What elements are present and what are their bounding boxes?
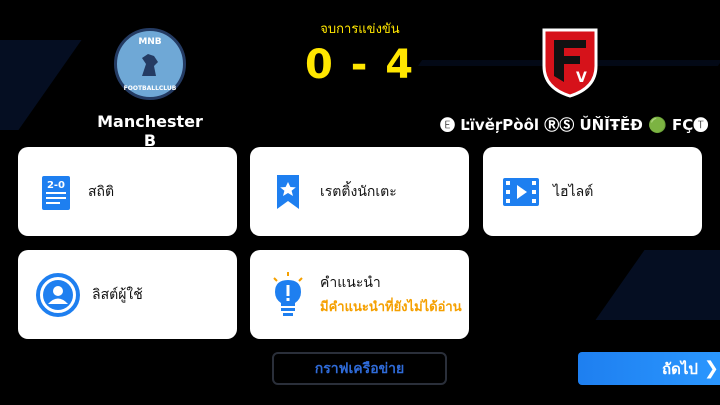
highlights-label: ไฮไลต์ (553, 183, 594, 200)
user-list-label: ลิสต์ผู้ใช้ (92, 286, 143, 303)
user-icon (36, 272, 80, 317)
next-button[interactable]: ถัดไป ❯ (578, 352, 720, 385)
network-graph-button[interactable]: กราฟเครือข่าย (272, 352, 447, 385)
home-team-name: Manchester B (97, 112, 203, 150)
away-team-name: 🅔 ĿïvěŗPòôl ⓇⓈ ŬŇĬŦĔĐ 🟢 FÇ🅣 (440, 116, 709, 134)
home-team: MNB FOOTBALLCLUB Manchester B (90, 28, 210, 150)
bg-stripe (0, 40, 82, 130)
player-rating-card[interactable]: เรตติ้งนักเตะ (250, 147, 469, 236)
stats-icon-text: 2-0 (47, 180, 65, 191)
chevron-right-icon: ❯ (703, 358, 719, 379)
user-list-card[interactable]: ลิสต์ผู้ใช้ (18, 250, 237, 339)
score-area: จบการแข่งขัน 0 - 4 (300, 18, 420, 85)
home-team-logo: MNB FOOTBALLCLUB (114, 28, 186, 100)
highlights-card[interactable]: ไฮไลต์ (483, 147, 702, 236)
match-score: 0 - 4 (304, 42, 416, 88)
stats-card[interactable]: 2-0 สถิติ (18, 147, 237, 236)
match-status: จบการแข่งขัน (320, 22, 400, 37)
bg-stripe (595, 250, 720, 320)
away-team: V 🅔 ĿïvěŗPòôl ⓇⓈ ŬŇĬŦĔĐ 🟢 FÇ🅣 (440, 26, 709, 135)
tips-text: คำแนะนำ มีคำแนะนำที่ยังไม่ได้อ่าน (320, 272, 462, 318)
lightbulb-icon (273, 271, 303, 316)
scoreboard-icon: 2-0 (42, 175, 70, 210)
tips-title: คำแนะนำ (320, 274, 381, 291)
stats-label: สถิติ (88, 183, 115, 200)
next-label: ถัดไป (662, 359, 698, 378)
svg-text:V: V (576, 70, 587, 86)
player-rating-label: เรตติ้งนักเตะ (320, 183, 397, 200)
away-team-logo: V (542, 28, 598, 98)
tips-unread-notice: มีคำแนะนำที่ยังไม่ได้อ่าน (320, 299, 462, 315)
bookmark-star-icon (277, 174, 299, 209)
home-logo-club: FOOTBALLCLUB (123, 85, 177, 92)
home-logo-abbr: MNB (138, 37, 162, 47)
video-icon (503, 177, 539, 206)
tips-card[interactable]: คำแนะนำ มีคำแนะนำที่ยังไม่ได้อ่าน (250, 250, 469, 339)
horse-icon (142, 54, 158, 76)
